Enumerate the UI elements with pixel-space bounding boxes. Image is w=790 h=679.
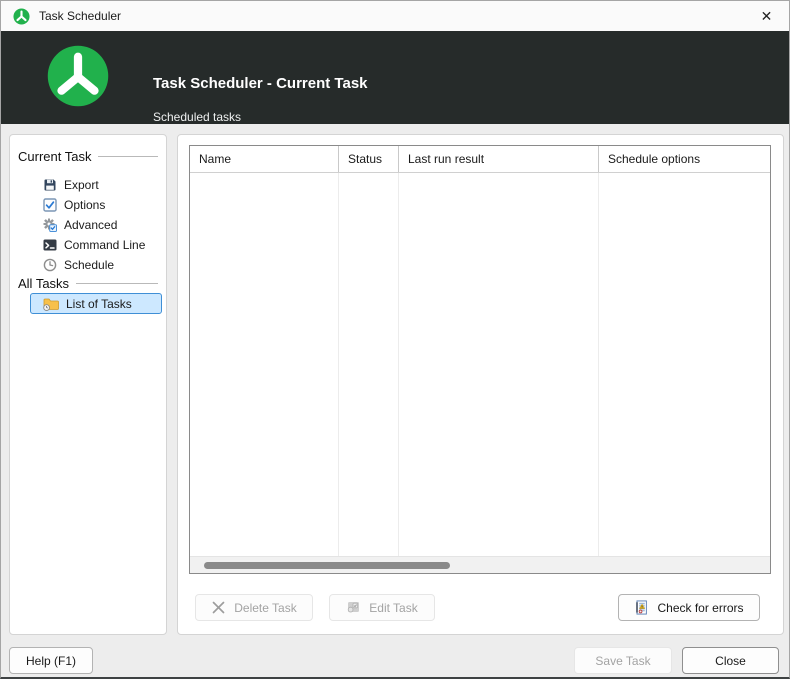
main-panel: Name Status Last run result Schedule opt… [177, 134, 784, 635]
group-divider [98, 156, 158, 157]
sidebar-item-list-of-tasks[interactable]: List of Tasks [30, 293, 162, 314]
column-header-name[interactable]: Name [190, 146, 339, 172]
horizontal-scrollbar-thumb[interactable] [204, 562, 450, 569]
check-for-errors-button[interactable]: Check for errors [618, 594, 760, 621]
save-task-label: Save Task [595, 653, 651, 668]
sidebar-item-label: Advanced [64, 218, 118, 232]
delete-x-icon [212, 601, 225, 614]
check-for-errors-label: Check for errors [657, 600, 744, 615]
task-scheduler-window: Task Scheduler ✕ Task Scheduler - Curren… [0, 0, 790, 679]
help-label: Help (F1) [25, 653, 76, 668]
sidebar-item-label: Schedule [64, 258, 115, 272]
help-button[interactable]: Help (F1) [9, 647, 93, 674]
close-icon: ✕ [760, 7, 773, 24]
sidebar-item-label: List of Tasks [66, 296, 132, 311]
checkbox-icon [43, 198, 57, 212]
edit-task-icon [348, 602, 360, 613]
banner-subtitle: Scheduled tasks [153, 110, 242, 124]
folder-clock-icon [43, 298, 59, 311]
floppy-disk-icon [44, 179, 56, 191]
group-current-task: Current Task [18, 148, 158, 165]
sidebar-item-label: Options [64, 198, 106, 212]
sidebar-item-command-line[interactable]: Command Line [30, 235, 162, 255]
delete-task-label: Delete Task [234, 600, 297, 615]
app-logo-icon [13, 7, 30, 25]
sidebar-item-schedule[interactable]: Schedule [30, 255, 162, 275]
close-window-button[interactable]: ✕ [744, 1, 789, 31]
group-all-tasks: All Tasks [18, 275, 158, 292]
sidebar-item-options[interactable]: Options [30, 195, 162, 215]
terminal-icon [43, 239, 57, 251]
error-report-icon [636, 600, 648, 615]
close-label: Close [715, 653, 746, 668]
sidebar-item-export[interactable]: Export [30, 175, 162, 195]
column-body-status [339, 173, 399, 556]
column-header-schedule-options[interactable]: Schedule options [599, 146, 770, 172]
title-bar: Task Scheduler ✕ [1, 1, 789, 31]
group-divider [76, 283, 158, 284]
group-label: Current Task [18, 149, 92, 164]
task-list-body [190, 173, 770, 556]
horizontal-scrollbar[interactable] [190, 556, 770, 573]
task-list-header: Name Status Last run result Schedule opt… [190, 146, 770, 173]
save-task-button[interactable]: Save Task [574, 647, 672, 674]
sidebar: Current Task Export Options Advanced Com… [9, 134, 167, 635]
column-header-status[interactable]: Status [339, 146, 399, 172]
delete-task-button[interactable]: Delete Task [195, 594, 313, 621]
clock-icon [43, 258, 57, 272]
column-body-last-run-result [399, 173, 599, 556]
gear-check-icon [43, 218, 57, 232]
column-body-name [190, 173, 339, 556]
scheduler-logo-icon [47, 45, 109, 107]
column-body-schedule-options [599, 173, 770, 556]
task-list-view: Name Status Last run result Schedule opt… [189, 145, 771, 574]
banner-title: Task Scheduler - Current Task [153, 75, 368, 92]
sidebar-item-label: Export [64, 178, 99, 192]
window-title: Task Scheduler [39, 9, 122, 23]
column-header-last-run-result[interactable]: Last run result [399, 146, 599, 172]
sidebar-item-advanced[interactable]: Advanced [30, 215, 162, 235]
sidebar-item-label: Command Line [64, 238, 146, 252]
close-button[interactable]: Close [682, 647, 779, 674]
header-banner: Task Scheduler - Current Task Scheduled … [1, 31, 789, 124]
group-label: All Tasks [18, 276, 70, 291]
edit-task-button[interactable]: Edit Task [329, 594, 435, 621]
edit-task-label: Edit Task [369, 600, 418, 615]
